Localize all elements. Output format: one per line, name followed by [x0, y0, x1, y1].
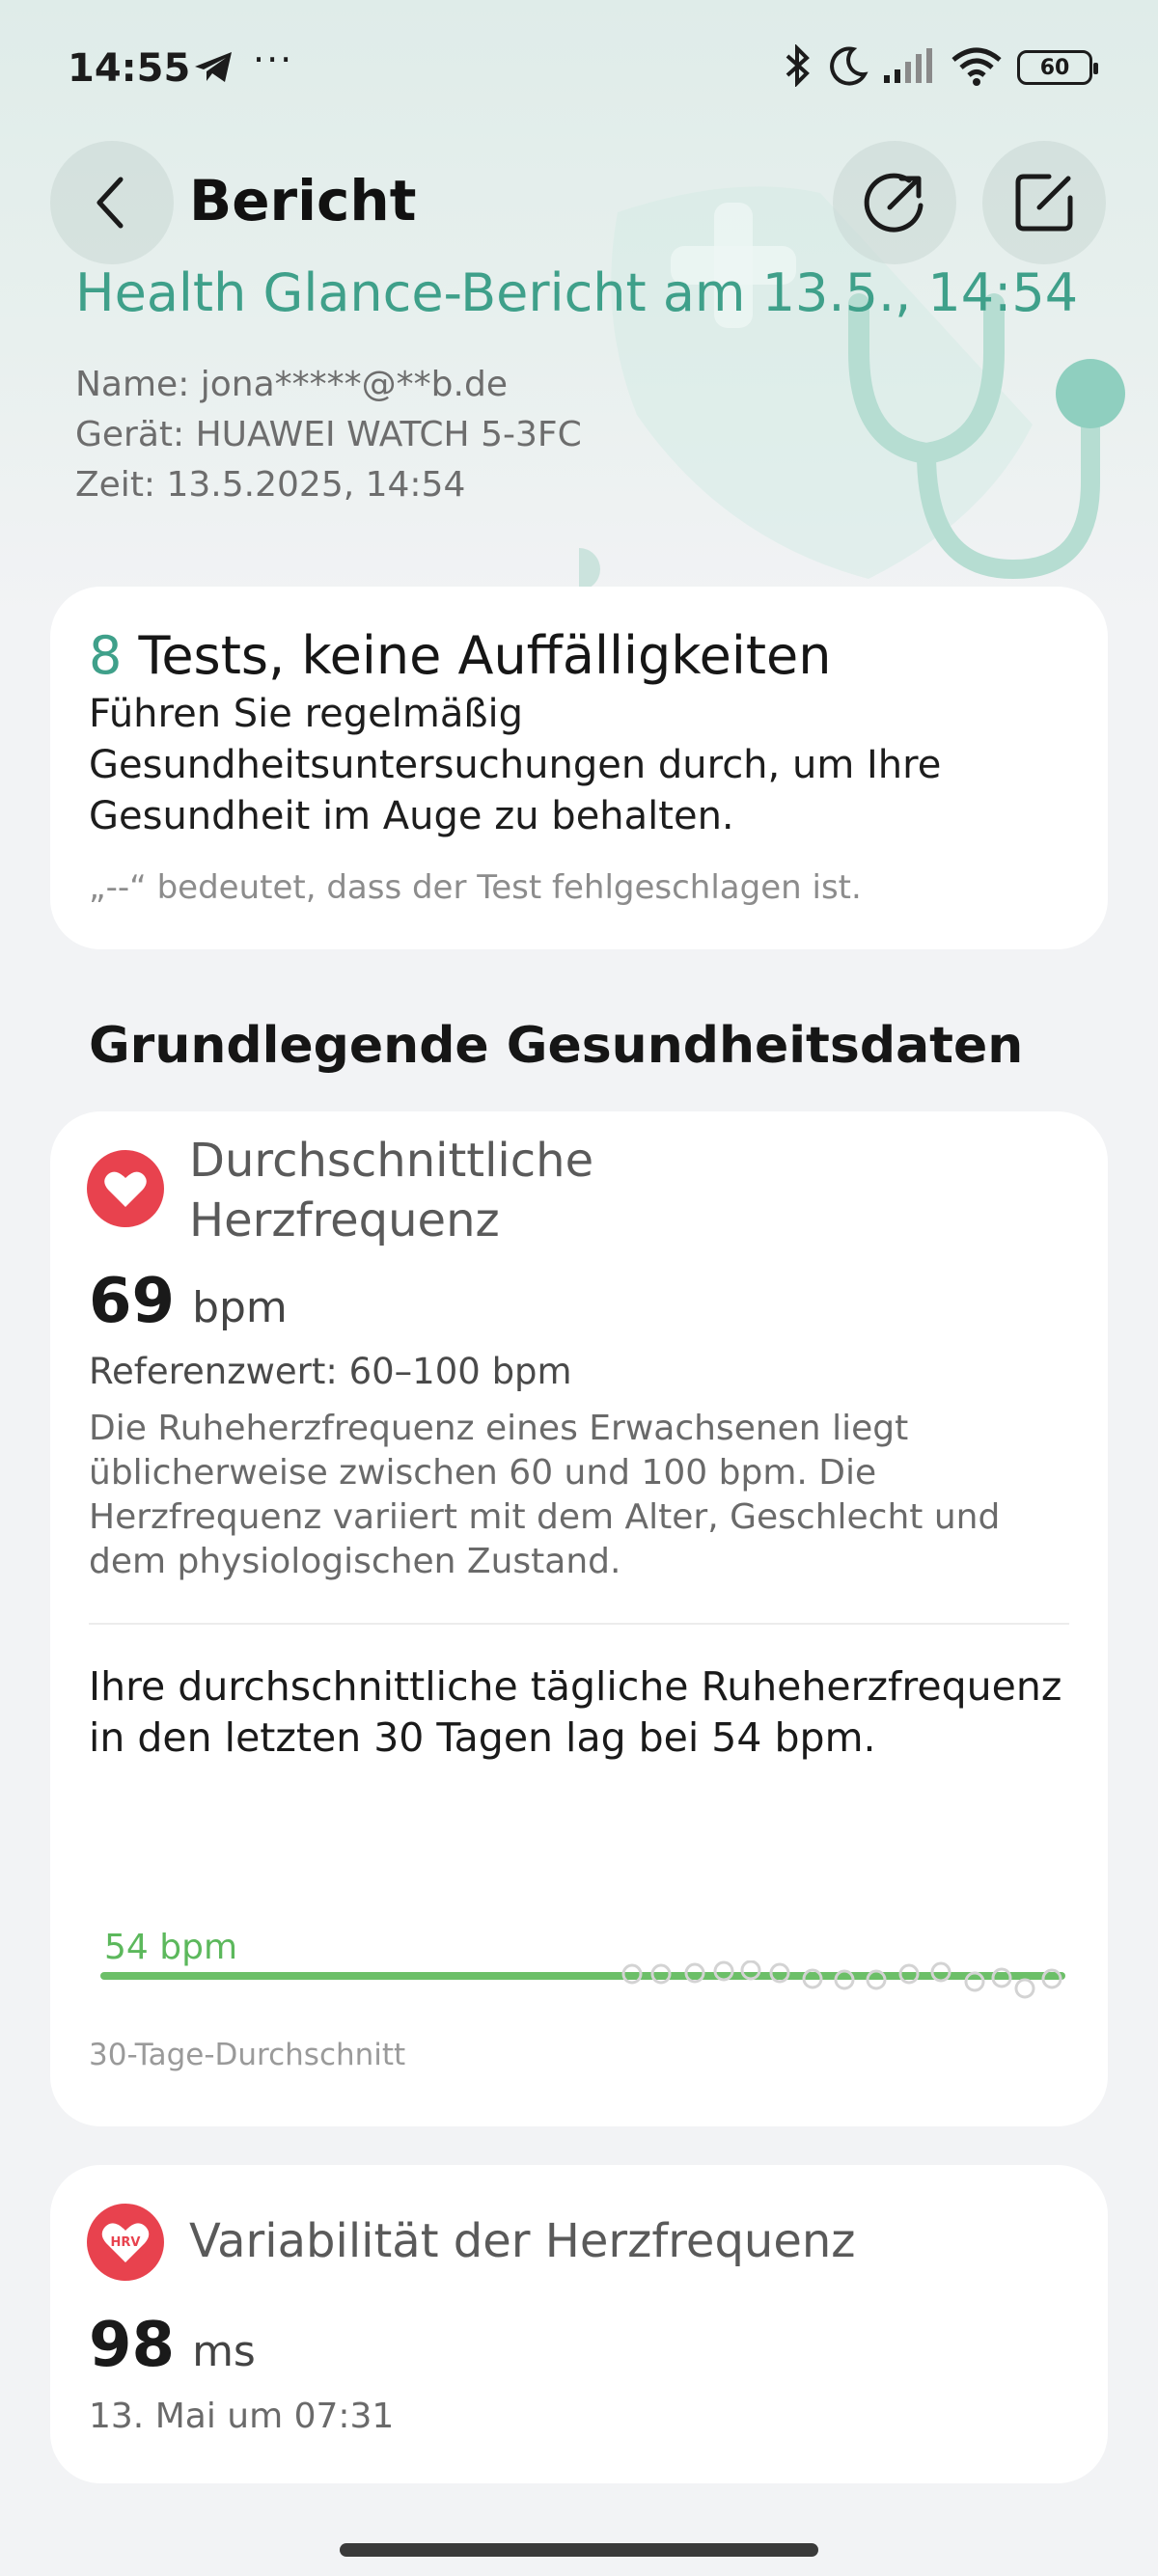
report-heading: Health Glance-Bericht am 13.5., 14:54	[75, 262, 1079, 323]
heart-rate-card[interactable]: Durchschnittliche Herzfrequenz 69 bpm Re…	[50, 1111, 1108, 2126]
hrv-unit: ms	[192, 2327, 256, 2376]
hrv-title: Variabilität der Herzfrequenz	[189, 2214, 856, 2268]
hrv-icon-label: HRV	[111, 2235, 141, 2250]
moon-icon	[828, 45, 868, 90]
status-time: 14:55	[68, 46, 191, 91]
hrv-value-row: 98 ms	[89, 2310, 256, 2381]
wifi-icon	[950, 44, 1004, 91]
heart-rate-trend-text: Ihre durchschnittliche tägliche Ruheherz…	[89, 1663, 1062, 1761]
share-icon	[864, 173, 924, 233]
hrv-date: 13. Mai um 07:31	[89, 2397, 395, 2436]
report-time: Zeit: 13.5.2025, 14:54	[75, 465, 466, 505]
edit-button[interactable]	[982, 141, 1106, 264]
report-user-name: Name: jona*****@**b.de	[75, 365, 508, 404]
share-button[interactable]	[833, 141, 956, 264]
heart-rate-value: 69	[89, 1266, 176, 1337]
battery-icon: 60	[1017, 50, 1098, 85]
summary-title-text: Tests, keine Auffälligkeiten	[122, 625, 832, 686]
hrv-value: 98	[89, 2310, 176, 2381]
divider	[89, 1623, 1069, 1625]
home-indicator[interactable]	[340, 2543, 818, 2557]
signal-icon	[882, 46, 936, 89]
edit-icon	[1015, 174, 1073, 232]
hrv-card[interactable]: HRV Variabilität der Herzfrequenz 98 ms …	[50, 2165, 1108, 2483]
page-title: Bericht	[189, 168, 417, 233]
chevron-left-icon	[96, 177, 124, 229]
heart-rate-reference: Referenzwert: 60–100 bpm	[89, 1351, 572, 1392]
summary-card: 8 Tests, keine Auffälligkeiten Führen Si…	[50, 587, 1108, 949]
telegram-icon	[193, 50, 235, 89]
summary-title: 8 Tests, keine Auffälligkeiten	[89, 625, 831, 686]
heart-rate-title: Durchschnittliche Herzfrequenz	[189, 1134, 594, 1247]
summary-note: „--“ bedeutet, dass der Test fehlgeschla…	[89, 868, 862, 907]
heart-icon	[87, 1150, 164, 1227]
bluetooth-icon	[780, 43, 814, 91]
heart-rate-trend-chart	[100, 1960, 1065, 1999]
heart-rate-value-row: 69 bpm	[89, 1266, 288, 1337]
status-bar: 14:55 ··· 60	[0, 0, 1158, 135]
tests-count: 8	[89, 625, 123, 686]
heart-rate-description: Die Ruheherzfrequenz eines Erwachsenen l…	[89, 1409, 1001, 1581]
report-device: Gerät: HUAWEI WATCH 5-3FC	[75, 415, 582, 454]
more-notifications-icon: ···	[253, 39, 294, 81]
heart-rate-unit: bpm	[192, 1283, 288, 1332]
section-title: Grundlegende Gesundheitsdaten	[89, 1017, 1024, 1075]
chart-caption: 30-Tage-Durchschnitt	[89, 2038, 406, 2072]
hrv-heart-icon: HRV	[87, 2204, 164, 2281]
back-button[interactable]	[50, 141, 174, 264]
summary-description: Führen Sie regelmäßig Gesundheitsuntersu…	[89, 692, 942, 838]
